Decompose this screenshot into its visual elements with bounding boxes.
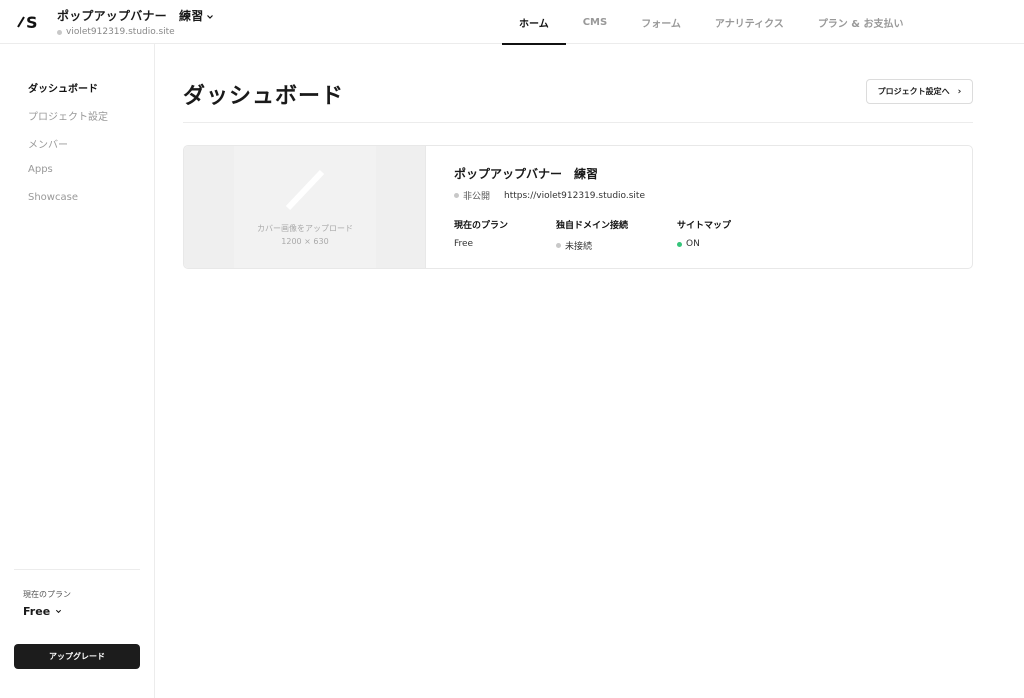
chevron-down-icon: [56, 609, 62, 614]
main-nav: ホーム CMS フォーム アナリティクス プラン & お支払い: [502, 0, 921, 45]
chevron-down-icon: [207, 14, 214, 19]
sidebar-item-dashboard[interactable]: ダッシュボード: [28, 80, 98, 95]
project-settings-button[interactable]: プロジェクト設定へ ›: [866, 79, 973, 104]
tab-analytics[interactable]: アナリティクス: [698, 0, 801, 44]
tab-plan-billing[interactable]: プラン & お支払い: [801, 0, 921, 44]
status-dot-icon: [677, 241, 682, 247]
current-plan-value: Free: [23, 605, 51, 618]
site-url-link[interactable]: https://violet912319.studio.site: [504, 191, 645, 201]
studio-logo-icon[interactable]: S: [16, 12, 42, 30]
project-switcher[interactable]: ポップアップバナー 練習 violet912319.studio.site: [57, 7, 214, 37]
meta-current-plan: 現在のプラン Free: [454, 218, 508, 249]
tab-forms[interactable]: フォーム: [624, 0, 698, 44]
title-divider: [183, 122, 973, 123]
image-placeholder-icon: [285, 169, 325, 211]
cover-size-text: 1200 × 630: [281, 237, 329, 246]
tab-cms[interactable]: CMS: [566, 0, 625, 44]
meta-label: 現在のプラン: [454, 221, 509, 231]
card-project-title: ポップアップバナー 練習: [454, 167, 599, 181]
project-url: violet912319.studio.site: [66, 27, 175, 37]
meta-sitemap: サイトマップ ON: [677, 218, 731, 249]
cover-upload-text: カバー画像をアップロード: [257, 224, 353, 233]
meta-value: 未接続: [565, 242, 593, 252]
meta-value: Free: [454, 239, 474, 249]
sidebar-item-apps[interactable]: Apps: [28, 164, 53, 175]
page-title: ダッシュボード: [183, 84, 345, 109]
status-dot-icon: [556, 243, 561, 248]
status-dot-icon: [454, 193, 459, 198]
svg-text:S: S: [26, 13, 38, 30]
top-bar: S ポップアップバナー 練習 violet912319.studio.site …: [0, 0, 1024, 45]
sidebar-item-project-settings[interactable]: プロジェクト設定: [28, 108, 108, 123]
sidebar-item-showcase[interactable]: Showcase: [28, 192, 78, 203]
project-name: ポップアップバナー 練習: [57, 9, 204, 23]
card-status-row: 非公開 https://violet912319.studio.site: [454, 189, 645, 202]
current-plan-label: 現在のプラン: [23, 590, 71, 599]
meta-label: 独自ドメイン接続: [556, 221, 629, 231]
sidebar-item-members[interactable]: メンバー: [28, 136, 68, 151]
project-card: カバー画像をアップロード 1200 × 630 ポップアップバナー 練習 非公開…: [183, 145, 973, 269]
project-settings-button-label: プロジェクト設定へ: [877, 87, 950, 96]
meta-label: サイトマップ: [677, 221, 732, 231]
plan-selector[interactable]: Free: [23, 605, 62, 618]
sidebar: ダッシュボード プロジェクト設定 メンバー Apps Showcase 現在のプ…: [0, 44, 155, 698]
visibility-status: 非公開: [463, 192, 491, 202]
chevron-right-icon: ›: [957, 86, 962, 97]
tab-home[interactable]: ホーム: [502, 0, 566, 45]
sidebar-divider: [14, 569, 140, 570]
status-dot-icon: [57, 29, 62, 35]
cover-image-upload[interactable]: カバー画像をアップロード 1200 × 630: [184, 146, 426, 268]
meta-value: ON: [686, 239, 700, 249]
meta-custom-domain: 独自ドメイン接続 未接続: [556, 218, 628, 252]
upgrade-button[interactable]: アップグレード: [14, 644, 140, 669]
